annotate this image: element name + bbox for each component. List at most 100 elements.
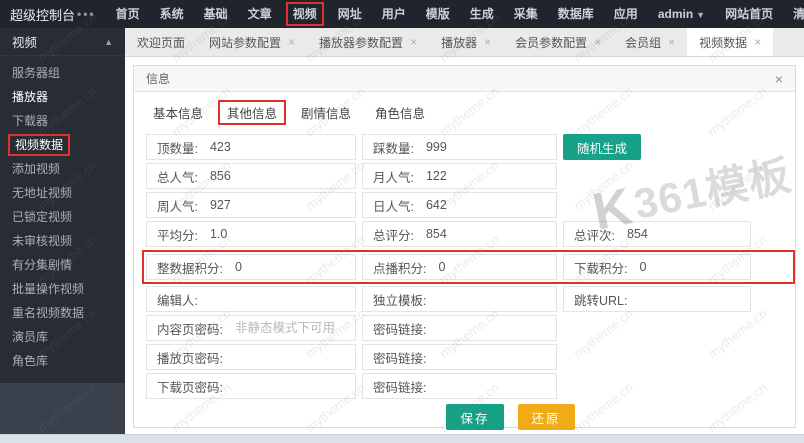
admin-username: admin [657,6,694,21]
tab-label: 会员参数配置 [515,35,588,50]
month-popularity-input[interactable] [413,169,556,183]
sidebar-item-add-video[interactable]: 添加视频 [0,157,125,181]
field-label: 编辑人: [157,293,198,308]
field-label: 总评次: [574,228,615,243]
sidebar-item-role-library[interactable]: 角色库 [0,349,125,373]
down-count-input[interactable] [413,140,556,154]
panel-header: 信息 × [134,66,795,92]
tab-welcome[interactable]: 欢迎页面 [125,28,197,56]
field-label: 踩数量: [373,141,414,156]
subtab-basic-info[interactable]: 基本信息 [144,100,212,125]
field-label: 日人气: [373,199,414,214]
tab-site-params[interactable]: 网站参数配置 × [197,28,307,56]
panel-close-icon[interactable]: × [775,71,783,87]
random-generate-button[interactable]: 随机生成 [563,134,642,160]
close-icon[interactable]: × [410,36,417,48]
nav-home[interactable]: 首页 [106,0,150,28]
close-icon[interactable]: × [484,36,491,48]
subtab-other-info[interactable]: 其他信息 [218,100,287,125]
sidebar-section-label: 视频 [12,36,38,50]
app-title: 超级控制台 [10,7,76,23]
content-page-password-input[interactable] [222,321,355,335]
nav-collect[interactable]: 采集 [504,0,548,28]
sub-tabs: 基本信息 其他信息 剧情信息 角色信息 [134,92,795,131]
independent-template-input[interactable] [426,292,556,306]
sidebar-item-video-data[interactable]: 视频数据 [8,134,71,156]
field-label: 周人气: [157,199,198,214]
password-link-input-1[interactable] [426,321,556,335]
tab-player-params[interactable]: 播放器参数配置 × [307,28,429,56]
nav-template[interactable]: 模版 [416,0,460,28]
password-link-input-3[interactable] [426,379,556,393]
score-times-input[interactable] [614,227,750,241]
download-points-input[interactable] [627,260,750,274]
sidebar-item-downloader[interactable]: 下载器 [0,109,125,133]
download-page-password-input[interactable] [222,379,355,393]
more-menu-icon[interactable]: ••• [77,7,96,21]
other-info-form: 顶数量: 踩数量: 随机生成 总人气: 月人气: [134,131,795,430]
tab-video-data[interactable]: 视频数据 × [687,28,774,56]
average-score-input[interactable] [197,227,355,241]
field-password-link-3: 密码链接: [362,373,557,399]
subtab-plot-info[interactable]: 剧情信息 [292,100,360,125]
password-link-input-2[interactable] [426,350,556,364]
close-icon[interactable]: × [754,36,761,48]
sidebar-item-episode-plot[interactable]: 有分集剧情 [0,253,125,277]
nav-generate[interactable]: 生成 [460,0,504,28]
sidebar-item-server-group[interactable]: 服务器组 [0,61,125,85]
nav-video[interactable]: 视频 [285,2,324,26]
admin-dropdown[interactable]: admin ▼ [648,0,715,29]
sidebar-item-no-address-video[interactable]: 无地址视频 [0,181,125,205]
tab-label: 视频数据 [699,35,748,50]
tab-label: 网站参数配置 [209,35,282,50]
sidebar-item-unreviewed-video[interactable]: 未审核视频 [0,229,125,253]
sidebar-item-player[interactable]: 播放器 [0,85,125,109]
play-page-password-input[interactable] [222,350,355,364]
close-icon[interactable]: × [594,36,601,48]
up-count-input[interactable] [197,140,355,154]
save-button[interactable]: 保存 [446,404,504,430]
field-day-popularity: 日人气: [362,192,557,218]
field-label: 密码链接: [373,322,427,337]
field-label: 内容页密码: [157,322,223,337]
week-popularity-input[interactable] [197,198,355,212]
field-label: 整数据积分: [157,261,223,276]
editor-input[interactable] [197,292,355,306]
field-total-score: 总评分: [362,221,557,247]
day-popularity-input[interactable] [413,198,556,212]
tab-player[interactable]: 播放器 × [429,28,503,56]
clear-cache-link[interactable]: 清理缓存 [783,0,804,28]
nav-system[interactable]: 系统 [150,0,194,28]
tab-member-group[interactable]: 会员组 × [613,28,687,56]
field-label: 跳转URL: [574,293,628,308]
sidebar-item-duplicate-video-data[interactable]: 重名视频数据 [0,301,125,325]
nav-url[interactable]: 网址 [328,0,372,28]
field-redirect-url: 跳转URL: [563,286,751,312]
sidebar-item-actor-library[interactable]: 演员库 [0,325,125,349]
nav-article[interactable]: 文章 [238,0,282,28]
redirect-url-input[interactable] [627,292,750,306]
field-label: 顶数量: [157,141,198,156]
nav-app[interactable]: 应用 [604,0,648,28]
play-points-input[interactable] [426,260,556,274]
tab-bar: 欢迎页面 网站参数配置 × 播放器参数配置 × 播放器 × 会员参数配置 × 会… [125,28,804,57]
nav-basic[interactable]: 基础 [194,0,238,28]
total-popularity-input[interactable] [197,169,355,183]
sidebar-item-locked-video[interactable]: 已锁定视频 [0,205,125,229]
tab-member-params[interactable]: 会员参数配置 × [503,28,613,56]
nav-database[interactable]: 数据库 [548,0,604,28]
field-total-popularity: 总人气: [146,163,356,189]
main-area: 欢迎页面 网站参数配置 × 播放器参数配置 × 播放器 × 会员参数配置 × 会… [125,28,804,434]
nav-user[interactable]: 用户 [372,0,416,28]
close-icon[interactable]: × [288,36,295,48]
field-up-count: 顶数量: [146,134,356,160]
site-home-link[interactable]: 网站首页 [715,0,783,28]
sidebar-section-video[interactable]: 视频 ▲ [0,28,125,56]
close-icon[interactable]: × [668,36,675,48]
sidebar-item-batch-operate[interactable]: 批量操作视频 [0,277,125,301]
tab-label: 播放器 [441,35,478,50]
subtab-role-info[interactable]: 角色信息 [366,100,434,125]
data-points-input[interactable] [222,260,355,274]
restore-button[interactable]: 还原 [517,404,575,430]
total-score-input[interactable] [413,227,556,241]
